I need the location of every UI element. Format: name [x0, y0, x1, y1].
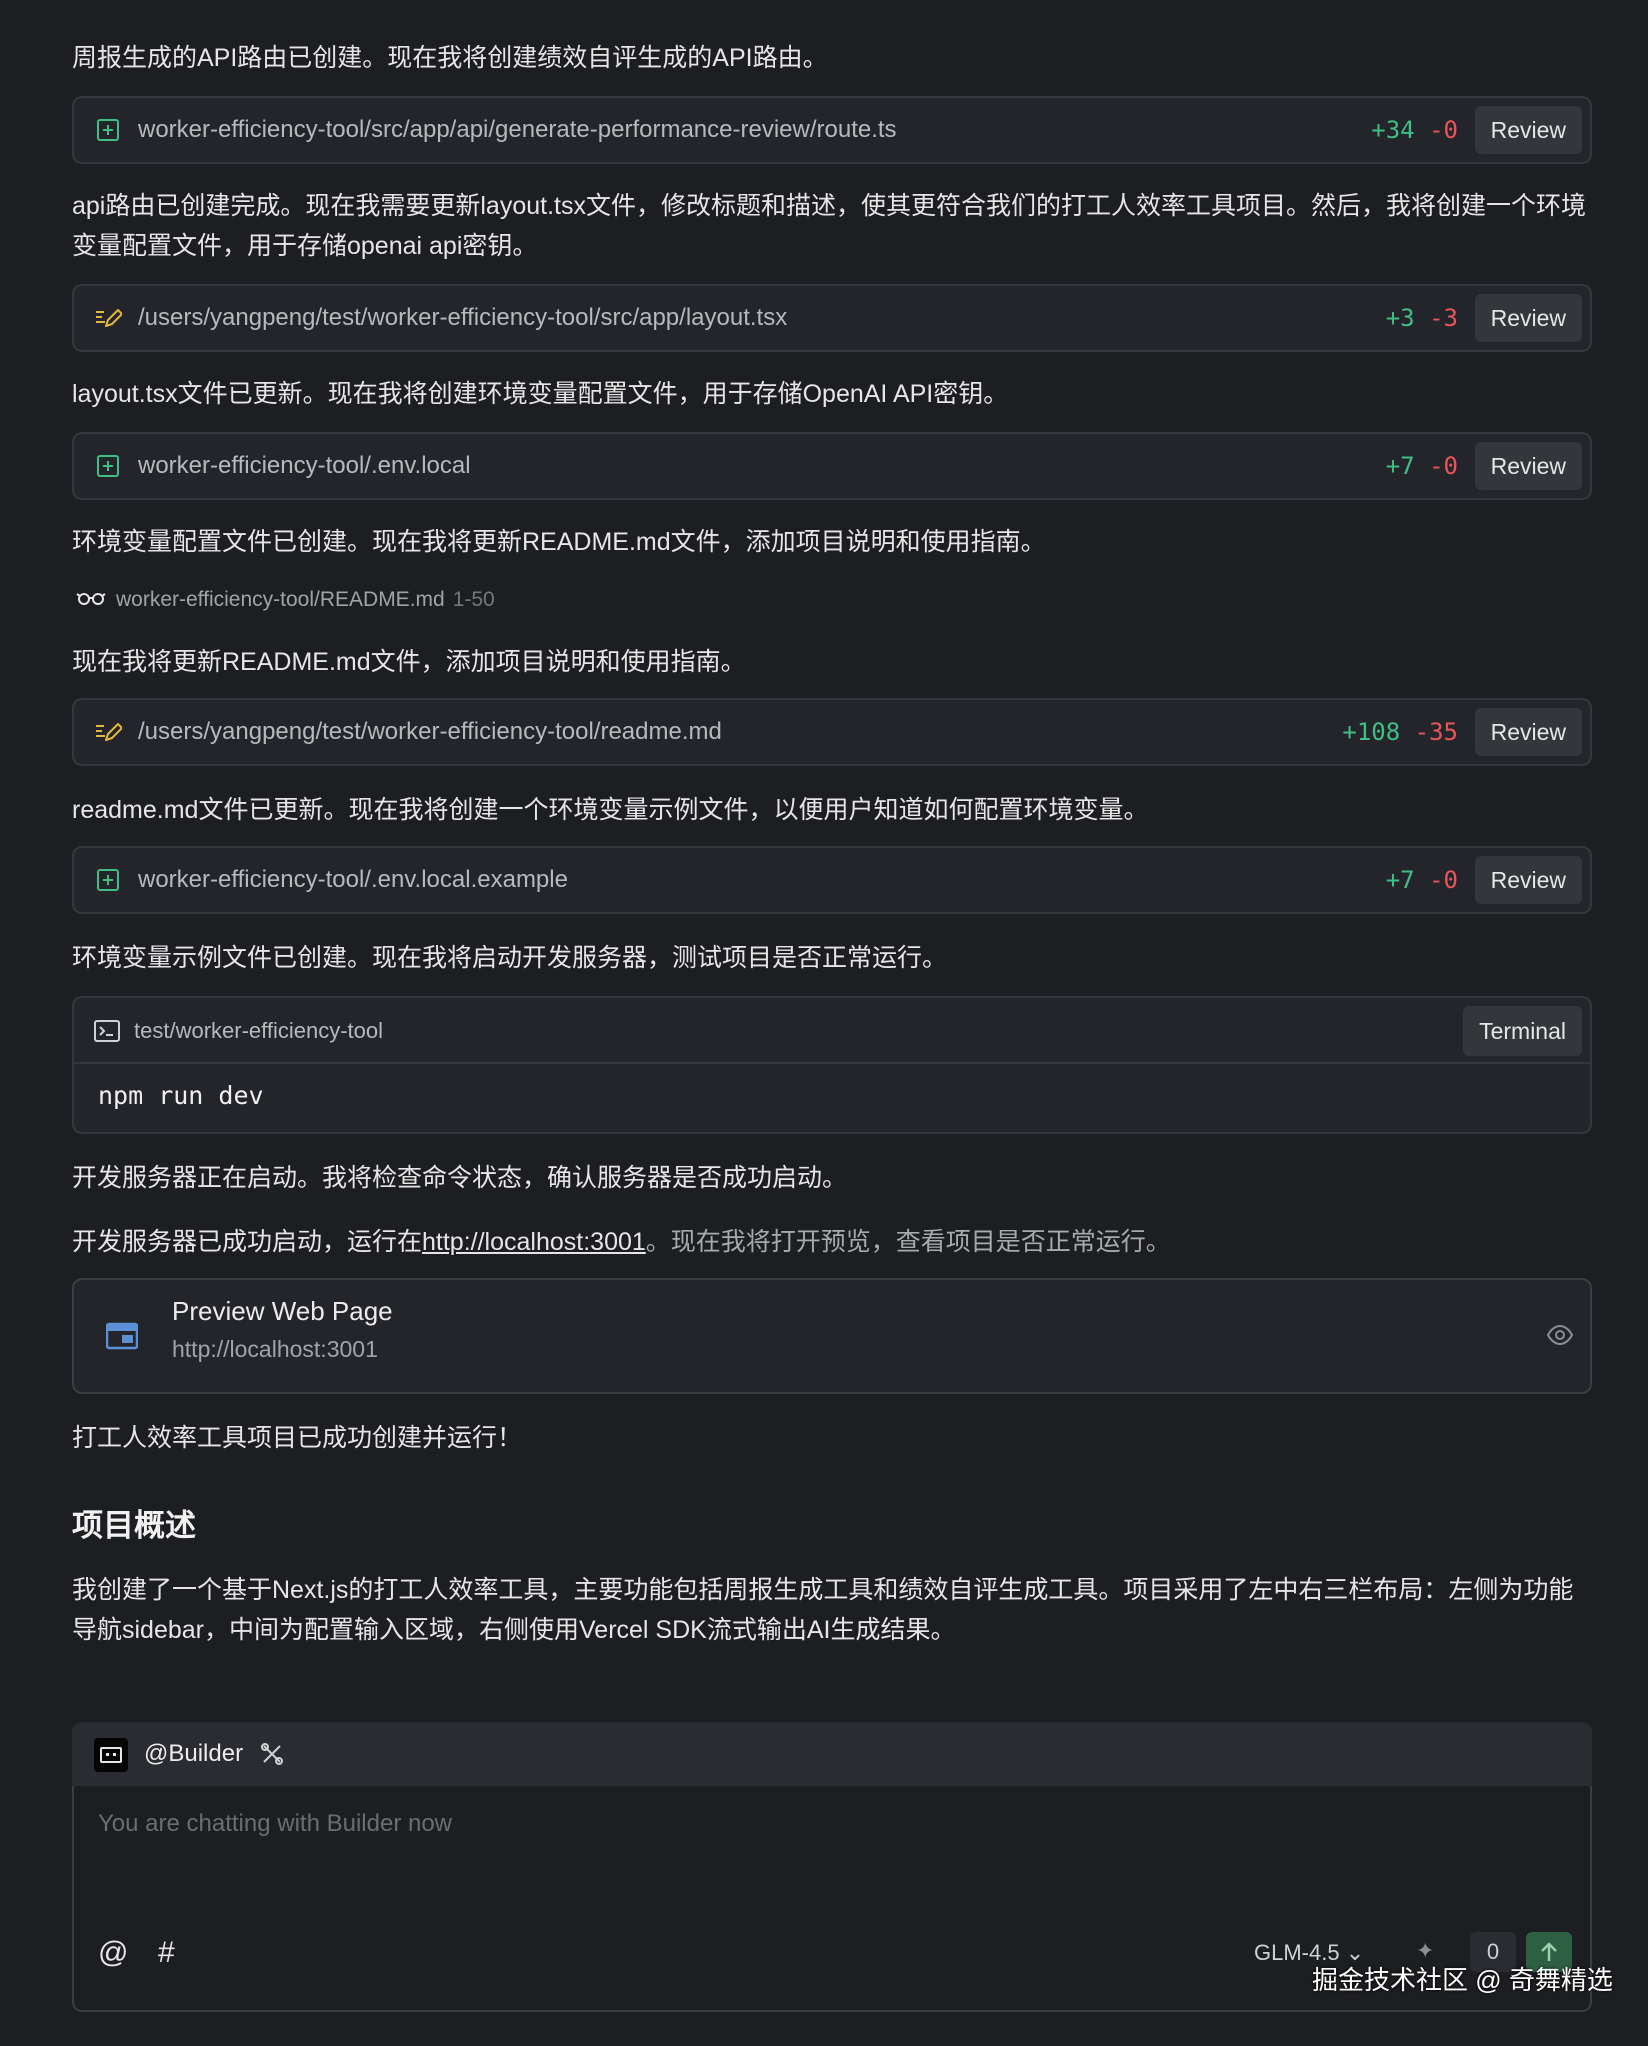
assistant-message: 环境变量示例文件已创建。现在我将启动开发服务器，测试项目是否正常运行。: [72, 944, 948, 972]
review-button[interactable]: Review: [1474, 106, 1582, 154]
agent-name[interactable]: @Builder: [144, 1722, 243, 1786]
review-button[interactable]: Review: [1474, 708, 1582, 756]
file-change-card[interactable]: /users/yangpeng/test/worker-efficiency-t…: [72, 698, 1592, 766]
glasses-icon: [76, 584, 106, 616]
hash-button[interactable]: #: [158, 1936, 175, 1970]
review-button[interactable]: Review: [1474, 856, 1582, 904]
browser-window-icon: [105, 1322, 139, 1355]
assistant-message: 我创建了一个基于Next.js的打工人效率工具，主要功能包括周报生成工具和绩效自…: [72, 1576, 1574, 1644]
message-text: 开发服务器已成功启动，运行在: [72, 1228, 423, 1256]
preview-url[interactable]: http://localhost:3001: [172, 1336, 378, 1363]
assistant-message: layout.tsx文件已更新。现在我将创建环境变量配置文件，用于存储OpenA…: [72, 380, 1009, 408]
file-path[interactable]: /users/yangpeng/test/worker-efficiency-t…: [138, 700, 722, 764]
assistant-message: 现在我将更新README.md文件，添加项目说明和使用指南。: [72, 648, 746, 676]
watermark: 掘金技术社区 @ 奇舞精选: [1312, 1965, 1613, 1995]
file-change-card[interactable]: worker-efficiency-tool/.env.local +7 -0 …: [72, 432, 1592, 500]
assistant-message: readme.md文件已更新。现在我将创建一个环境变量示例文件，以便用户知道如何…: [72, 796, 1149, 824]
diff-stats: +7 -0: [1385, 866, 1458, 894]
file-change-card[interactable]: /users/yangpeng/test/worker-efficiency-t…: [72, 284, 1592, 352]
terminal-command: npm run dev: [98, 1081, 264, 1110]
tools-icon[interactable]: [260, 1742, 284, 1771]
file-edit-icon: [94, 304, 122, 332]
file-add-icon: [94, 116, 122, 144]
file-path[interactable]: worker-efficiency-tool/.env.local.exampl…: [138, 848, 568, 912]
review-button[interactable]: Review: [1474, 294, 1582, 342]
eye-icon[interactable]: [1546, 1324, 1574, 1351]
line-range: 1-50: [452, 588, 495, 611]
assistant-message: api路由已创建完成。现在我需要更新layout.tsx文件，修改标题和描述，使…: [72, 192, 1586, 260]
preview-title: Preview Web Page: [172, 1296, 393, 1326]
file-read-line[interactable]: worker-efficiency-tool/README.md 1-50: [76, 584, 495, 616]
terminal-cwd: test/worker-efficiency-tool: [134, 1018, 384, 1043]
assistant-message: 开发服务器已成功启动，运行在http://localhost:3001。现在我将…: [72, 1222, 1592, 1262]
file-edit-icon: [94, 718, 122, 746]
file-path[interactable]: /users/yangpeng/test/worker-efficiency-t…: [138, 286, 787, 350]
diff-stats: +34 -0: [1371, 116, 1458, 144]
file-change-card[interactable]: worker-efficiency-tool/.env.local.exampl…: [72, 846, 1592, 914]
terminal-icon: [94, 1020, 120, 1047]
mention-button[interactable]: @: [98, 1936, 128, 1970]
file-add-icon: [94, 866, 122, 894]
terminal-button[interactable]: Terminal: [1463, 1006, 1582, 1056]
chat-input[interactable]: You are chatting with Builder now: [98, 1810, 452, 1838]
terminal-header: test/worker-efficiency-tool Terminal: [74, 998, 1590, 1064]
diff-stats: +7 -0: [1385, 452, 1458, 480]
file-path[interactable]: worker-efficiency-tool/src/app/api/gener…: [138, 98, 897, 162]
builder-avatar-icon: [94, 1738, 128, 1777]
assistant-message: 打工人效率工具项目已成功创建并运行！: [72, 1424, 523, 1452]
file-add-icon: [94, 452, 122, 480]
composer-header: @Builder: [72, 1722, 1592, 1786]
assistant-message: 周报生成的API路由已创建。现在我将创建绩效自评生成的API路由。: [72, 44, 828, 72]
file-path[interactable]: worker-efficiency-tool/.env.local: [138, 434, 471, 498]
assistant-message: 开发服务器正在启动。我将检查命令状态，确认服务器是否成功启动。: [72, 1164, 848, 1192]
terminal-block: test/worker-efficiency-tool Terminal npm…: [72, 996, 1592, 1134]
preview-card[interactable]: Preview Web Page http://localhost:3001: [72, 1278, 1592, 1394]
file-change-card[interactable]: worker-efficiency-tool/src/app/api/gener…: [72, 96, 1592, 164]
section-heading: 项目概述: [72, 1508, 196, 1543]
diff-stats: +3 -3: [1385, 304, 1458, 332]
assistant-message: 环境变量配置文件已创建。现在我将更新README.md文件，添加项目说明和使用指…: [72, 528, 1046, 556]
diff-stats: +108 -35: [1342, 718, 1458, 746]
message-text: 。现在我将打开预览，查看项目是否正常运行。: [645, 1228, 1171, 1256]
read-file-path[interactable]: worker-efficiency-tool/README.md: [116, 588, 445, 611]
localhost-link[interactable]: http://localhost:3001: [422, 1228, 646, 1256]
review-button[interactable]: Review: [1474, 442, 1582, 490]
